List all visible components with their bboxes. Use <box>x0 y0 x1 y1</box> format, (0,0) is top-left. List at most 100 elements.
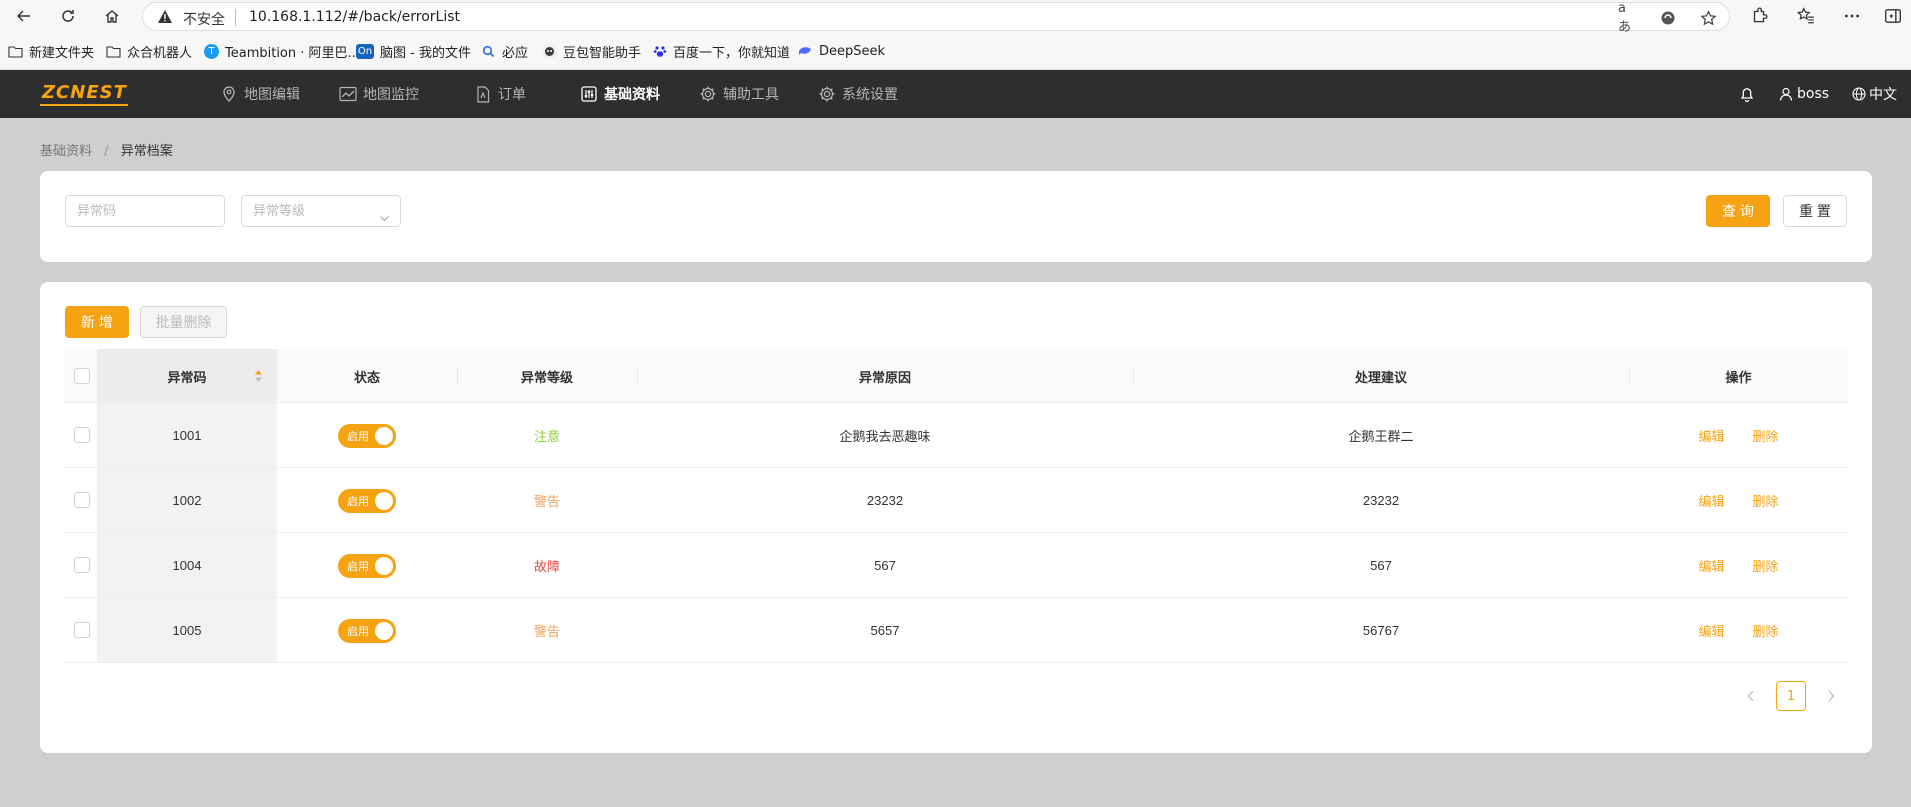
column-header-code[interactable]: 异常码 <box>97 349 277 403</box>
edit-link[interactable]: 编辑 <box>1698 426 1724 445</box>
cell-level: 注意 <box>533 429 560 444</box>
folder-icon <box>106 44 121 59</box>
favorites-icon[interactable] <box>1795 5 1817 27</box>
user-name: boss <box>1797 86 1830 102</box>
bookmark-item[interactable]: On 脑图 - 我的文件 <box>356 40 471 62</box>
read-aloud-icon[interactable]: aあ <box>1618 1 1636 35</box>
query-button[interactable]: 查 询 <box>1706 195 1770 227</box>
bookmark-label: 新建文件夹 <box>29 45 95 61</box>
toggle-label: 启用 <box>347 625 369 638</box>
row-checkbox[interactable] <box>74 492 90 508</box>
cell-code: 1001 <box>172 428 202 443</box>
bookmark-item[interactable]: 豆包智能助手 <box>542 40 641 62</box>
column-header-advice: 处理建议 <box>1354 369 1407 385</box>
add-button[interactable]: 新 增 <box>65 306 129 338</box>
url-text[interactable]: 10.168.1.112/#/back/errorList <box>249 9 460 25</box>
bookmark-item[interactable]: DeepSeek <box>798 40 885 62</box>
cell-status: 启用 <box>277 403 457 468</box>
row-checkbox[interactable] <box>74 622 90 638</box>
status-toggle[interactable]: 启用 <box>338 488 396 513</box>
column-header-status: 状态 <box>353 369 380 385</box>
nav-item-map-edit[interactable]: 地图编辑 <box>220 70 300 118</box>
table-header: 异常码 状态 异常等级 异常原因 处理建议 操作 <box>64 349 1848 403</box>
nav-item-label: 辅助工具 <box>723 87 779 103</box>
refresh-icon[interactable] <box>56 4 80 28</box>
row-checkbox[interactable] <box>74 557 90 573</box>
breadcrumb: 基础资料 / 异常档案 <box>40 140 173 159</box>
bookmark-label: 脑图 - 我的文件 <box>380 45 471 61</box>
nav-item-label: 基础资料 <box>604 87 660 103</box>
bookmark-item[interactable]: 百度一下，你就知道 <box>652 40 790 62</box>
map-pin-icon <box>220 85 238 103</box>
toggle-label: 启用 <box>347 430 369 443</box>
toggle-knob <box>375 621 393 640</box>
edit-link[interactable]: 编辑 <box>1698 621 1724 640</box>
nav-item-orders[interactable]: 订单 <box>474 70 526 118</box>
delete-link[interactable]: 删除 <box>1753 556 1779 575</box>
table-row: 1005 启用 警告 5657 56767 编辑 删除 <box>64 598 1848 663</box>
nav-item-label: 地图编辑 <box>244 87 300 103</box>
status-toggle[interactable]: 启用 <box>338 618 396 643</box>
delete-link[interactable]: 删除 <box>1753 621 1779 640</box>
table-row: 1004 启用 故障 567 567 编辑 删除 <box>64 533 1848 598</box>
status-toggle[interactable]: 启用 <box>338 423 396 448</box>
nav-item-map-monitor[interactable]: 地图监控 <box>339 70 419 118</box>
reset-button[interactable]: 重 置 <box>1783 195 1847 227</box>
document-icon <box>474 85 492 103</box>
cell-actions: 编辑 删除 <box>1629 533 1848 598</box>
cell-level: 警告 <box>533 624 560 639</box>
star-icon[interactable] <box>1699 9 1717 27</box>
nav-item-aux-tools[interactable]: 辅助工具 <box>699 70 779 118</box>
cell-status: 启用 <box>277 468 457 533</box>
cell-level: 故障 <box>533 559 560 574</box>
bookmark-label: 豆包智能助手 <box>563 45 642 61</box>
cell-advice: 56767 <box>1362 623 1400 638</box>
bookmark-item[interactable]: T Teambition · 阿里巴... <box>204 40 360 62</box>
cell-actions: 编辑 删除 <box>1629 468 1848 533</box>
logo[interactable]: ZCNEST <box>42 82 127 103</box>
delete-link[interactable]: 删除 <box>1753 491 1779 510</box>
more-menu-icon[interactable] <box>1841 5 1863 27</box>
user-icon <box>1779 87 1793 101</box>
browser-toolbar: 不安全 10.168.1.112/#/back/errorList aあ 新建文… <box>0 0 1911 70</box>
address-row: 不安全 10.168.1.112/#/back/errorList aあ <box>0 0 1911 35</box>
cell-code: 1002 <box>172 493 202 508</box>
status-toggle[interactable]: 启用 <box>338 553 396 578</box>
bookmark-label: DeepSeek <box>819 43 886 59</box>
bookmark-item[interactable]: 众合机器人 <box>106 40 192 62</box>
address-bar[interactable]: 不安全 10.168.1.112/#/back/errorList aあ <box>142 1 1730 35</box>
user-menu[interactable]: boss <box>1779 70 1829 118</box>
page-number-button[interactable]: 1 <box>1776 681 1806 711</box>
back-arrow-icon[interactable] <box>12 4 36 28</box>
baidu-paw-icon <box>652 44 667 59</box>
extensions-icon[interactable] <box>1748 5 1770 27</box>
language-switcher[interactable]: 中文 <box>1852 70 1897 118</box>
edit-link[interactable]: 编辑 <box>1698 491 1724 510</box>
error-code-input[interactable]: 异常码 <box>65 195 225 227</box>
toggle-label: 启用 <box>347 495 369 508</box>
doubao-icon <box>542 43 557 59</box>
row-checkbox[interactable] <box>74 427 90 443</box>
sidebar-toggle-icon[interactable] <box>1882 5 1904 27</box>
delete-link[interactable]: 删除 <box>1753 426 1779 445</box>
edit-link[interactable]: 编辑 <box>1698 556 1724 575</box>
edge-refresh-icon[interactable] <box>1659 9 1677 27</box>
cell-advice: 567 <box>1370 558 1392 573</box>
sort-icon[interactable] <box>254 369 263 386</box>
breadcrumb-parent[interactable]: 基础资料 <box>40 144 92 159</box>
nav-item-basic-data[interactable]: 基础资料 <box>580 70 660 118</box>
select-all-checkbox[interactable] <box>74 368 90 384</box>
notification-bell-icon[interactable] <box>1740 70 1754 118</box>
bookmark-item[interactable]: 必应 <box>481 40 528 62</box>
next-page-icon[interactable] <box>1816 681 1846 711</box>
home-icon[interactable] <box>100 4 124 28</box>
nav-item-system-settings[interactable]: 系统设置 <box>818 70 898 118</box>
bookmark-label: 百度一下，你就知道 <box>673 45 791 61</box>
error-level-select[interactable]: 异常等级 <box>241 195 401 227</box>
nav-item-label: 系统设置 <box>842 87 898 103</box>
cell-code: 1005 <box>172 623 202 638</box>
prev-page-icon[interactable] <box>1736 681 1766 711</box>
bookmark-item[interactable]: 新建文件夹 <box>8 40 94 62</box>
cell-reason: 23232 <box>866 493 904 508</box>
insecure-label: 不安全 <box>183 12 225 28</box>
